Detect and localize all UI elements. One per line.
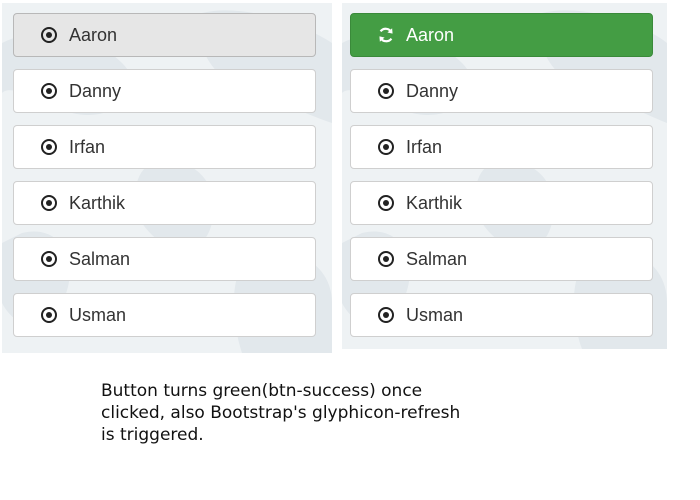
- button-label: Danny: [406, 81, 459, 101]
- record-icon: [40, 250, 58, 268]
- left-panel: Aaron Danny Irfan Karthik Salman Usman: [2, 3, 332, 353]
- button-label: Karthik: [406, 193, 463, 213]
- left-button-salman[interactable]: Salman: [13, 237, 316, 281]
- button-label: Danny: [69, 81, 122, 101]
- button-label: Usman: [406, 305, 464, 325]
- right-button-irfan[interactable]: Irfan: [350, 125, 653, 169]
- left-button-irfan[interactable]: Irfan: [13, 125, 316, 169]
- caption-line: Button turns green(btn-success) once: [101, 381, 423, 401]
- right-button-danny[interactable]: Danny: [350, 69, 653, 113]
- button-label: Irfan: [406, 137, 443, 157]
- record-icon: [40, 26, 58, 44]
- record-icon: [377, 138, 395, 156]
- record-icon: [377, 250, 395, 268]
- refresh-icon: [377, 26, 395, 44]
- right-button-salman[interactable]: Salman: [350, 237, 653, 281]
- button-label: Irfan: [69, 137, 106, 157]
- record-icon: [377, 194, 395, 212]
- record-icon: [40, 82, 58, 100]
- button-label: Karthik: [69, 193, 126, 213]
- left-button-usman[interactable]: Usman: [13, 293, 316, 337]
- record-icon: [377, 82, 395, 100]
- button-label: Aaron: [406, 25, 455, 45]
- left-button-danny[interactable]: Danny: [13, 69, 316, 113]
- caption-line: is triggered.: [101, 425, 204, 445]
- button-label: Salman: [69, 249, 131, 269]
- right-button-usman[interactable]: Usman: [350, 293, 653, 337]
- record-icon: [377, 306, 395, 324]
- right-button-aaron[interactable]: Aaron: [350, 13, 653, 57]
- left-button-aaron[interactable]: Aaron: [13, 13, 316, 57]
- button-label: Aaron: [69, 25, 118, 45]
- right-button-karthik[interactable]: Karthik: [350, 181, 653, 225]
- record-icon: [40, 194, 58, 212]
- record-icon: [40, 138, 58, 156]
- button-label: Salman: [406, 249, 468, 269]
- button-label: Usman: [69, 305, 127, 325]
- right-panel: Aaron Danny Irfan Karthik Salman Usman: [342, 3, 667, 349]
- caption-line: clicked, also Bootstrap's glyphicon-refr…: [101, 403, 461, 423]
- caption-text: Button turns green(btn-success) once cli…: [101, 380, 521, 446]
- left-button-karthik[interactable]: Karthik: [13, 181, 316, 225]
- record-icon: [40, 306, 58, 324]
